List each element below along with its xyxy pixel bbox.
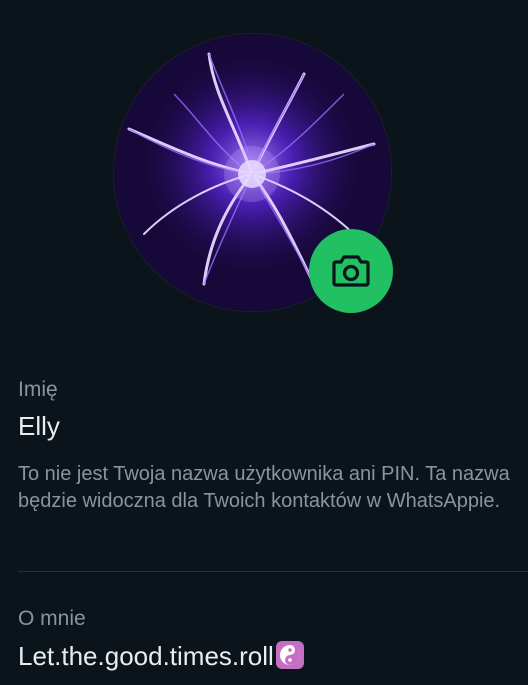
divider	[18, 571, 528, 572]
profile-photo-section	[114, 34, 393, 313]
about-value-row[interactable]: Let.the.good.times.roll	[18, 640, 528, 672]
change-photo-button[interactable]	[309, 229, 393, 313]
about-field[interactable]: O mnie Let.the.good.times.roll	[18, 606, 528, 672]
name-hint: To nie jest Twoja nazwa użytkownika ani …	[18, 463, 510, 512]
camera-icon	[332, 255, 370, 287]
about-value: Let.the.good.times.roll	[18, 641, 274, 671]
name-field[interactable]: Imię Elly	[18, 377, 528, 442]
name-value[interactable]: Elly	[18, 410, 528, 442]
about-label: O mnie	[18, 607, 86, 630]
name-label: Imię	[18, 378, 58, 401]
yin-yang-icon	[275, 641, 304, 669]
